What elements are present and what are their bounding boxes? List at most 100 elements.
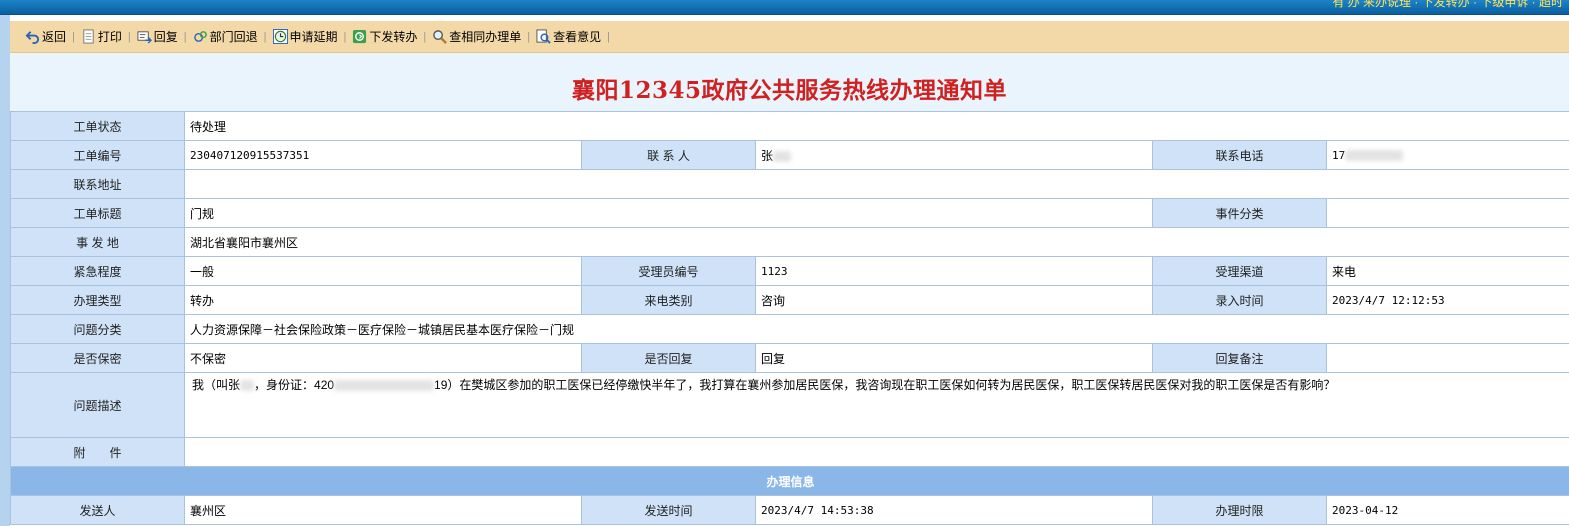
toolbar-separator: | bbox=[343, 30, 347, 43]
department-return-button[interactable]: 部门回退 bbox=[190, 27, 261, 47]
row-description: 问题描述 我（叫张 ，身份证：420 19）在樊城区参加的职工医保已经停缴快半年了，… bbox=[10, 372, 1569, 438]
handle-type-label: 办理类型 bbox=[10, 285, 185, 315]
need-reply-label: 是否回复 bbox=[581, 343, 756, 373]
attachment-label: 附 件 bbox=[10, 437, 185, 467]
dispatch-button[interactable]: 下发转办 bbox=[349, 27, 420, 47]
back-label: 返回 bbox=[42, 30, 67, 44]
deadline-label: 办理时限 bbox=[1152, 495, 1327, 525]
call-type-value: 咨询 bbox=[755, 285, 1153, 315]
find-same-orders-label: 查相同办理单 bbox=[449, 30, 522, 44]
toolbar-separator: | bbox=[527, 30, 531, 43]
reply-label: 回复 bbox=[153, 30, 178, 44]
operator-no-label: 受理员编号 bbox=[581, 256, 756, 286]
channel-label: 受理渠道 bbox=[1152, 256, 1327, 286]
print-button[interactable]: 打印 bbox=[78, 27, 125, 47]
order-no-value: 230407120915537351 bbox=[184, 140, 582, 170]
toolbar-separator: | bbox=[423, 30, 427, 43]
deadline-value: 2023-04-12 bbox=[1325, 495, 1569, 525]
phone-cell: 17 bbox=[1325, 140, 1569, 170]
top-nav-links[interactable]: 有 办 来办说理 · 下发转办 · 下级申诉 · 超时 bbox=[1332, 0, 1563, 10]
row-confidential: 是否保密 不保密 是否回复 回复 回复备注 bbox=[10, 343, 1569, 373]
urgency-value: 一般 bbox=[184, 256, 582, 286]
send-time-label: 发送时间 bbox=[581, 495, 756, 525]
reply-icon bbox=[137, 29, 152, 44]
print-icon bbox=[81, 29, 96, 44]
attachment-value[interactable] bbox=[183, 437, 1569, 467]
description-label: 问题描述 bbox=[10, 372, 185, 438]
redacted-mask bbox=[773, 150, 792, 162]
order-no-label: 工单编号 bbox=[10, 140, 185, 170]
phone-label: 联系电话 bbox=[1152, 140, 1327, 170]
row-location: 事 发 地 湖北省襄阳市襄州区 bbox=[10, 227, 1569, 257]
work-order-form: 工单状态 待处理 工单编号 230407120915537351 联 系 人 张… bbox=[9, 111, 1569, 525]
dispatch-label: 下发转办 bbox=[369, 30, 418, 44]
magnifier-icon bbox=[432, 29, 448, 44]
row-handling-section: 办理信息 bbox=[9, 466, 1569, 496]
contact-value: 张 bbox=[761, 148, 774, 163]
top-banner: 有 办 来办说理 · 下发转办 · 下级申诉 · 超时 bbox=[0, 0, 1569, 15]
apply-extension-button[interactable]: 申请延期 bbox=[270, 27, 341, 47]
call-type-label: 来电类别 bbox=[581, 285, 756, 315]
description-part-3: 19）在樊城区参加的职工医保已经停缴快半年了，我打算在襄州参加居民医保，我咨询现… bbox=[434, 378, 1336, 392]
handle-type-value: 转办 bbox=[184, 285, 582, 315]
entry-time-label: 录入时间 bbox=[1152, 285, 1327, 315]
description-part-2: ，身份证：420 bbox=[254, 378, 335, 392]
apply-extension-label: 申请延期 bbox=[289, 30, 338, 44]
view-opinion-label: 查看意见 bbox=[553, 30, 602, 44]
row-order-no: 工单编号 230407120915537351 联 系 人 张 联系电话 17 bbox=[10, 140, 1569, 170]
row-sender: 发送人 襄州区 发送时间 2023/4/7 14:53:38 办理时限 2023… bbox=[10, 495, 1569, 525]
location-value: 湖北省襄阳市襄州区 bbox=[183, 227, 1569, 257]
sender-label: 发送人 bbox=[10, 495, 185, 525]
toolbar-separator: | bbox=[607, 30, 610, 43]
status-value: 待处理 bbox=[183, 111, 1569, 141]
location-label: 事 发 地 bbox=[10, 227, 185, 257]
title-area: 襄阳12345政府公共服务热线办理通知单 bbox=[10, 53, 1569, 112]
address-label: 联系地址 bbox=[10, 169, 185, 199]
operator-no-value: 1123 bbox=[755, 256, 1153, 286]
problem-category-label: 问题分类 bbox=[10, 314, 185, 344]
toolbar-separator: | bbox=[183, 30, 187, 43]
back-button[interactable]: 返回 bbox=[22, 27, 69, 47]
toolbar-separator: | bbox=[72, 30, 75, 43]
find-same-orders-button[interactable]: 查相同办理单 bbox=[429, 27, 524, 47]
confidential-value: 不保密 bbox=[184, 343, 582, 373]
row-handle-type: 办理类型 转办 来电类别 咨询 录入时间 2023/4/7 12:12:53 bbox=[10, 285, 1569, 315]
redacted-mask bbox=[240, 380, 255, 392]
row-address: 联系地址 bbox=[10, 169, 1569, 199]
contact-cell: 张 bbox=[755, 140, 1153, 170]
view-opinion-icon bbox=[536, 29, 551, 44]
toolbar-separator: | bbox=[127, 30, 131, 43]
event-category-value bbox=[1325, 198, 1569, 228]
row-attachment: 附 件 bbox=[10, 437, 1569, 467]
subject-value: 门规 bbox=[184, 198, 1153, 228]
need-reply-value: 回复 bbox=[755, 343, 1153, 373]
confidential-label: 是否保密 bbox=[10, 343, 185, 373]
problem-category-value: 人力资源保障－社会保险政策－医疗保险－城镇居民基本医疗保险－门规 bbox=[183, 314, 1569, 344]
view-opinion-button[interactable]: 查看意见 bbox=[533, 27, 604, 47]
left-frame-strip bbox=[0, 15, 10, 526]
contact-label: 联 系 人 bbox=[581, 140, 756, 170]
redacted-mask bbox=[1345, 150, 1404, 161]
row-urgency: 紧急程度 一般 受理员编号 1123 受理渠道 来电 bbox=[10, 256, 1569, 286]
row-problem-category: 问题分类 人力资源保障－社会保险政策－医疗保险－城镇居民基本医疗保险－门规 bbox=[10, 314, 1569, 344]
reply-note-label: 回复备注 bbox=[1152, 343, 1327, 373]
back-arrow-icon bbox=[25, 29, 40, 44]
department-return-icon bbox=[193, 29, 208, 44]
description-part-1: 我（叫张 bbox=[192, 378, 241, 392]
status-label: 工单状态 bbox=[10, 111, 185, 141]
clock-icon bbox=[272, 29, 288, 44]
entry-time-value: 2023/4/7 12:12:53 bbox=[1325, 285, 1569, 315]
reply-button[interactable]: 回复 bbox=[134, 27, 181, 47]
row-status: 工单状态 待处理 bbox=[10, 111, 1569, 141]
event-category-label: 事件分类 bbox=[1152, 198, 1327, 228]
page-title: 襄阳12345政府公共服务热线办理通知单 bbox=[571, 77, 1008, 104]
handling-section-header: 办理信息 bbox=[9, 466, 1569, 496]
sender-value: 襄州区 bbox=[184, 495, 582, 525]
redacted-mask bbox=[334, 380, 435, 392]
send-time-value: 2023/4/7 14:53:38 bbox=[755, 495, 1153, 525]
print-label: 打印 bbox=[97, 30, 122, 44]
description-cell: 我（叫张 ，身份证：420 19）在樊城区参加的职工医保已经停缴快半年了，我打算在襄… bbox=[183, 372, 1569, 438]
department-return-label: 部门回退 bbox=[209, 30, 258, 44]
urgency-label: 紧急程度 bbox=[10, 256, 185, 286]
dispatch-icon bbox=[352, 29, 367, 44]
